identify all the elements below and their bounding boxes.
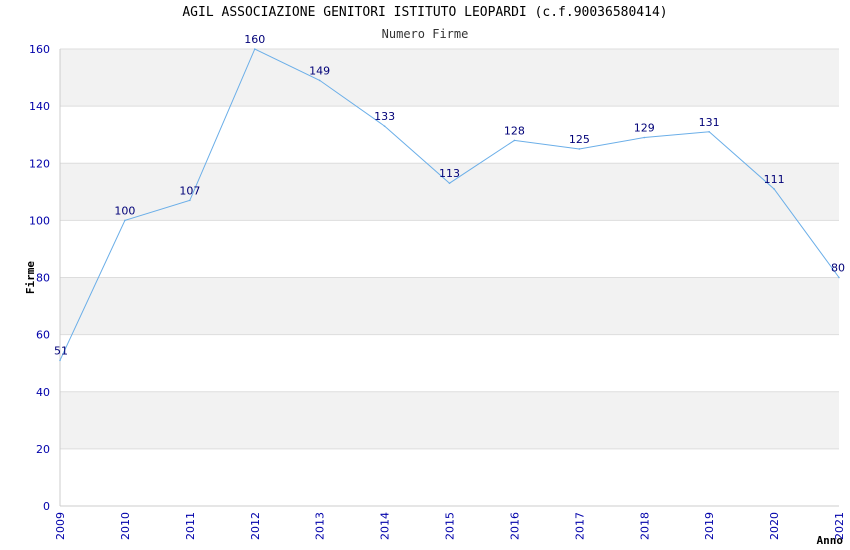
y-tick-label: 140	[29, 100, 50, 113]
data-label: 100	[114, 204, 135, 217]
x-tick-label: 2017	[573, 512, 586, 540]
x-tick-label: 2018	[638, 512, 651, 540]
x-axis-label: Anno	[817, 534, 844, 547]
data-point	[578, 148, 581, 150]
line-chart: 020406080100120140160 2009 2010 2011 2012 20…	[24, 33, 846, 547]
y-tick-label: 60	[36, 329, 50, 342]
x-tick-label: 2010	[119, 512, 132, 540]
data-label: 128	[504, 124, 525, 137]
x-tick-label: 2016	[508, 512, 521, 540]
data-label: 131	[699, 116, 720, 129]
x-tick-label: 2013	[314, 512, 327, 540]
x-tick-label: 2009	[54, 512, 67, 540]
x-tick-label: 2019	[703, 512, 716, 540]
data-label: 133	[374, 110, 395, 123]
data-label: 51	[54, 344, 68, 357]
x-tick-label: 2011	[184, 512, 197, 540]
y-tick-label: 20	[36, 443, 50, 456]
grid-band	[60, 277, 839, 335]
data-point	[124, 219, 126, 222]
data-label: 111	[764, 173, 785, 186]
grid-band	[60, 391, 839, 449]
data-point	[59, 359, 61, 362]
data-label: 129	[634, 122, 655, 135]
data-label: 107	[179, 184, 200, 197]
grid-bands	[60, 49, 839, 449]
y-tick-label: 80	[36, 272, 50, 285]
data-point	[253, 48, 256, 50]
data-label: 160	[244, 33, 265, 46]
data-point	[513, 139, 516, 142]
y-tick-label: 120	[29, 157, 50, 170]
data-point	[838, 276, 840, 279]
y-tick-label: 100	[29, 214, 50, 227]
x-tick-label: 2020	[768, 512, 781, 540]
data-point	[643, 136, 646, 139]
x-tick-label: 2012	[249, 512, 262, 540]
data-point	[708, 131, 710, 133]
data-label: 80	[831, 262, 845, 275]
data-point	[189, 199, 191, 202]
data-label: 149	[309, 64, 330, 77]
data-label: 113	[439, 167, 460, 180]
data-label: 125	[569, 133, 590, 146]
grid-band	[60, 49, 839, 107]
data-point	[383, 125, 386, 127]
data-point	[318, 79, 321, 82]
y-tick-label: 160	[29, 43, 50, 56]
y-tick-label: 0	[43, 500, 50, 513]
y-tick-label: 40	[36, 386, 50, 399]
x-tick-label: 2014	[379, 512, 392, 540]
data-point	[448, 182, 451, 185]
x-tick-labels: 2009 2010 2011 2012 2013 2014 2015 2016 2017 2018…	[54, 512, 846, 540]
data-point	[773, 188, 775, 190]
y-axis-label: Firme	[24, 261, 37, 294]
x-tick-label: 2015	[444, 512, 457, 540]
